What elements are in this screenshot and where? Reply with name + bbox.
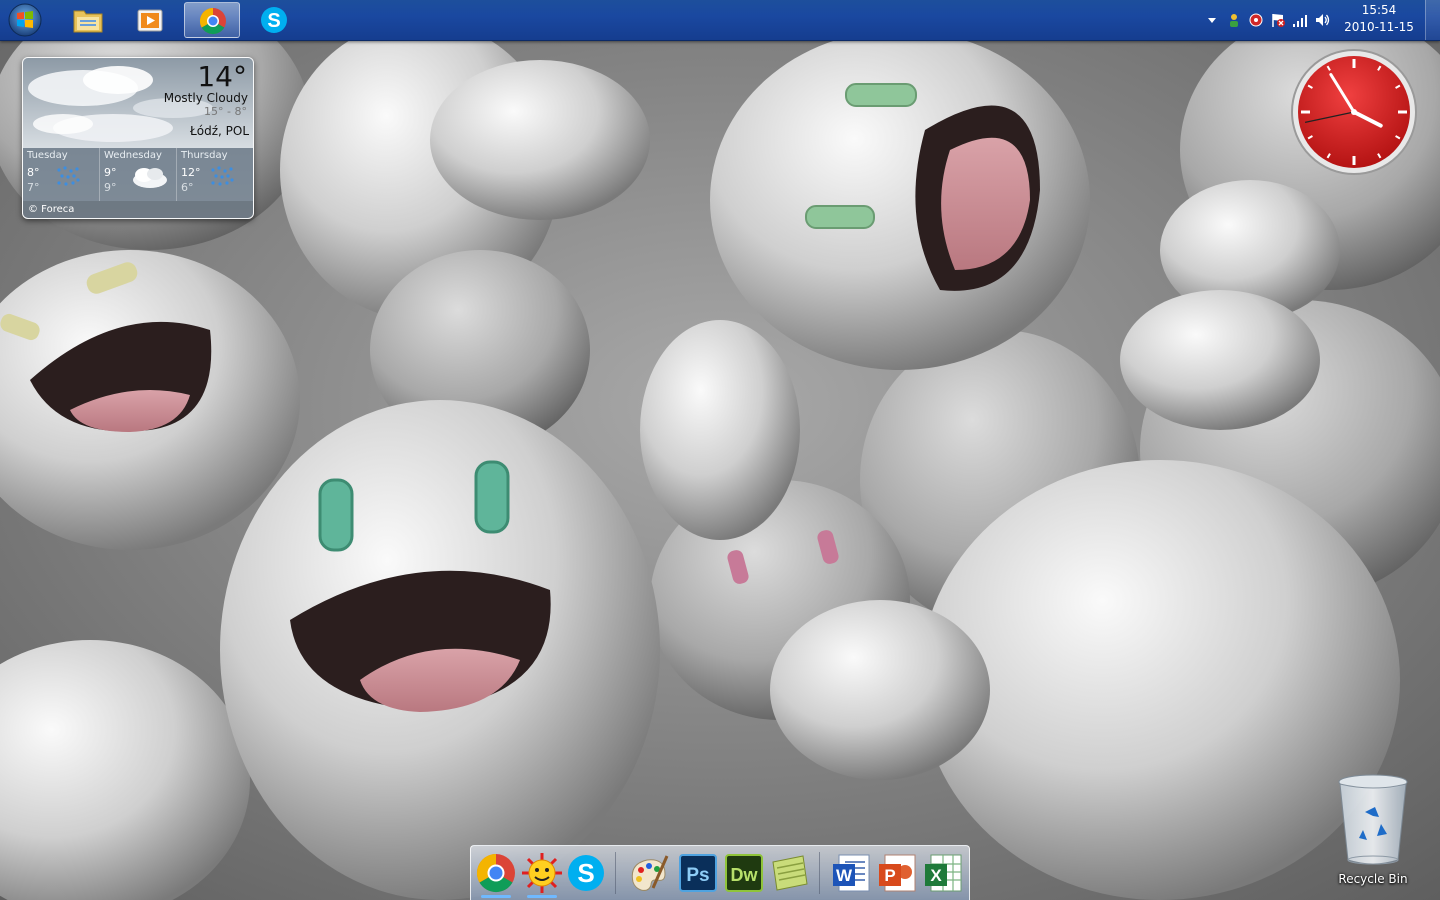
forecast-high: 12° <box>181 166 201 179</box>
tray-network-signal-icon[interactable] <box>1292 12 1308 28</box>
dock-dreamweaver-icon[interactable]: Dw <box>723 852 765 894</box>
skype-icon: S <box>261 7 287 33</box>
taskbar: S 15:54 2010-11-15 <box>0 0 1440 41</box>
dock-running-indicator <box>527 895 557 898</box>
tray-action-center-flag-icon[interactable] <box>1270 12 1286 28</box>
svg-text:Dw: Dw <box>731 865 759 885</box>
temperature-range: 15° - 8° <box>204 105 247 118</box>
rain-icon <box>211 166 234 186</box>
dock-notes-icon[interactable] <box>769 852 811 894</box>
forecast-strip: Tuesday 8° 7° Wednesday 9° 9° Thursday 1… <box>23 148 253 201</box>
dock-skype-icon[interactable]: S <box>565 852 607 894</box>
dock-chrome-icon[interactable] <box>475 852 517 894</box>
taskbar-media-player[interactable] <box>122 2 178 38</box>
taskbar-clock-time[interactable]: 15:54 <box>1344 3 1414 17</box>
cloud-icon <box>133 168 167 188</box>
forecast-high: 8° <box>27 166 40 179</box>
forecast-high: 9° <box>104 166 117 179</box>
forecast-low: 9° <box>104 181 117 194</box>
taskbar-chrome[interactable] <box>184 2 240 38</box>
svg-text:S: S <box>267 10 280 32</box>
dock-running-indicator <box>481 895 511 898</box>
recycle-bin-label: Recycle Bin <box>1338 872 1408 886</box>
svg-text:X: X <box>930 866 942 885</box>
current-temperature: 14° <box>197 60 247 93</box>
forecast-day: Thursday 12° 6° <box>177 148 253 201</box>
weather-condition: Mostly Cloudy <box>163 91 248 105</box>
svg-text:P: P <box>884 866 895 885</box>
rain-icon <box>57 166 80 186</box>
forecast-day: Wednesday 9° 9° <box>100 148 177 201</box>
forecast-low: 7° <box>27 181 40 194</box>
dock-separator <box>819 852 820 894</box>
folder-icon <box>73 10 103 33</box>
dock-photoshop-icon[interactable]: Ps <box>677 852 719 894</box>
tray-antivirus-icon[interactable] <box>1248 12 1264 28</box>
recycle-bin-icon <box>1338 774 1408 865</box>
weather-gadget[interactable]: 14° Mostly Cloudy 15° - 8° Łódź, POL Tue… <box>22 57 254 219</box>
dock-sun-weather-icon[interactable] <box>521 852 563 894</box>
forecast-day-name: Thursday <box>181 150 228 161</box>
dock-paint-palette-icon[interactable] <box>627 852 669 894</box>
weather-location: Łódź, POL <box>190 124 249 138</box>
start-button[interactable] <box>6 2 44 38</box>
svg-text:Ps: Ps <box>686 865 709 886</box>
svg-text:W: W <box>836 866 853 885</box>
tray-volume-icon[interactable] <box>1314 12 1330 28</box>
svg-text:S: S <box>577 858 594 888</box>
recycle-bin[interactable]: Recycle Bin <box>1335 772 1411 890</box>
tray-user-icon[interactable] <box>1226 12 1242 28</box>
taskbar-clock-date[interactable]: 2010-11-15 <box>1344 20 1414 34</box>
clock-gadget[interactable] <box>1290 48 1418 176</box>
weather-credit[interactable]: © Foreca <box>23 201 253 218</box>
forecast-day-name: Wednesday <box>104 150 162 161</box>
forecast-day-name: Tuesday <box>27 150 68 161</box>
taskbar-skype[interactable]: S <box>246 2 302 38</box>
dock-separator <box>615 852 616 894</box>
tray-expand-chevron-icon[interactable] <box>1204 12 1220 28</box>
dock-excel-icon[interactable]: X <box>923 852 965 894</box>
forecast-low: 6° <box>181 181 194 194</box>
application-dock: S Ps Dw W P X <box>470 845 970 900</box>
forecast-day: Tuesday 8° 7° <box>23 148 100 201</box>
system-tray: 15:54 2010-11-15 <box>1200 0 1440 40</box>
media-player-icon <box>137 9 163 32</box>
dock-word-icon[interactable]: W <box>831 852 873 894</box>
chrome-icon <box>199 7 226 35</box>
taskbar-file-explorer[interactable] <box>60 2 116 38</box>
windows-logo-icon <box>8 3 42 37</box>
show-desktop-button[interactable] <box>1425 0 1440 40</box>
dock-powerpoint-icon[interactable]: P <box>877 852 919 894</box>
